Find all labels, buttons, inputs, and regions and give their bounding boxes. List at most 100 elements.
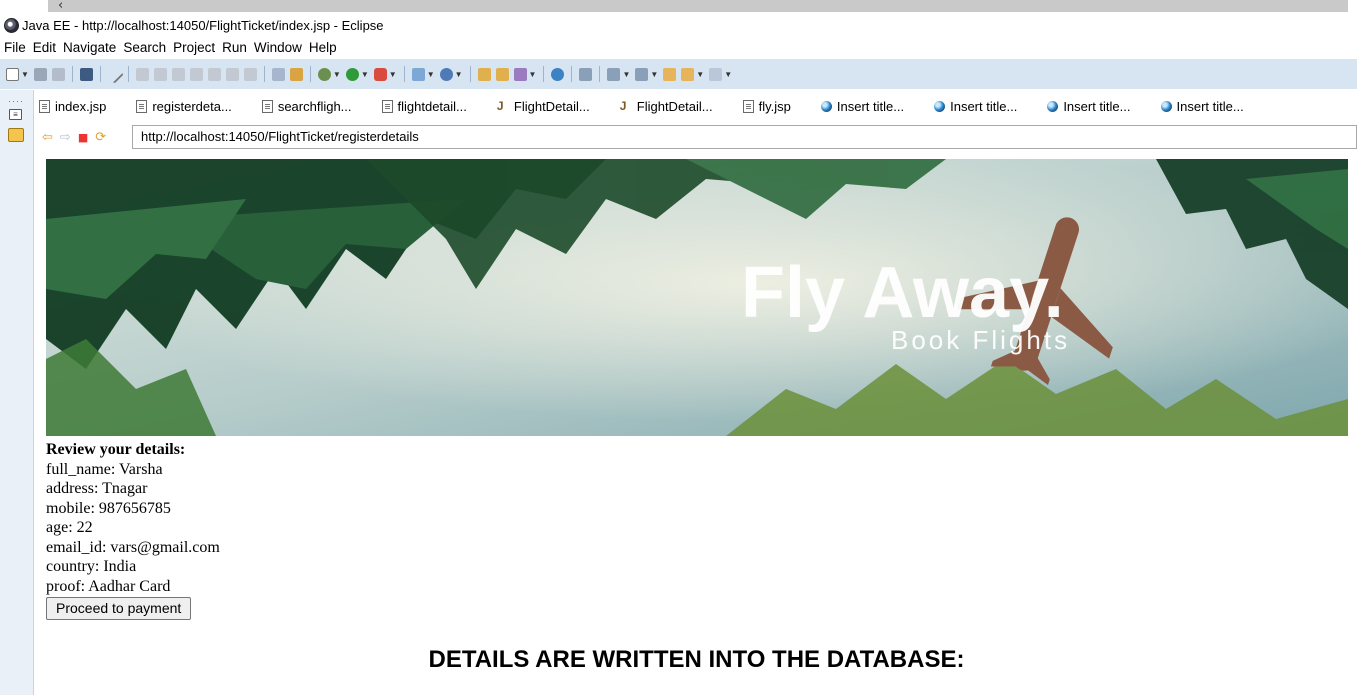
details-heading: Review your details: (46, 441, 186, 458)
tab-label: FlightDetail... (636, 98, 713, 114)
tab-label: searchfligh... (277, 98, 352, 114)
search-icon[interactable] (513, 67, 527, 81)
tab-label: index.jsp (55, 98, 107, 114)
toolbar-separator (543, 66, 545, 82)
tab-browser-3[interactable]: Insert title... (1047, 98, 1131, 114)
suspend-icon[interactable] (153, 67, 167, 81)
tab-label: Insert title... (836, 98, 905, 114)
tab-label: FlightDetail... (513, 98, 590, 114)
console-icon[interactable] (79, 67, 93, 81)
back-icon[interactable] (681, 67, 695, 81)
forward-icon[interactable] (709, 67, 723, 81)
window-titlebar: Java EE - http://localhost:14050/FlightT… (0, 14, 1357, 36)
tab-label: Insert title... (950, 98, 1018, 114)
last-edit-icon[interactable] (663, 67, 677, 81)
tab-flightdetail[interactable]: flightdetail... (381, 99, 467, 114)
new-icon[interactable] (6, 67, 19, 81)
forward-dropdown-icon[interactable]: ▼ (724, 70, 732, 79)
resume-icon[interactable] (135, 67, 149, 81)
next-annotation-dropdown-icon[interactable]: ▼ (622, 70, 630, 79)
detail-email: email_id: vars@gmail.com (46, 538, 220, 556)
detail-age: age: 22 (46, 519, 93, 536)
menu-search[interactable]: Search (123, 40, 166, 55)
toolbar-separator (403, 66, 405, 82)
debug-dropdown-icon[interactable]: ▼ (333, 70, 341, 79)
skip-breakpoints-icon[interactable] (105, 64, 124, 84)
project-explorer-icon[interactable] (8, 128, 24, 142)
step-into-icon[interactable] (207, 67, 221, 81)
step-over-icon[interactable] (225, 67, 239, 81)
scroll-left-arrow-icon[interactable]: ‹ (58, 0, 63, 13)
tab-browser-2[interactable]: Insert title... (934, 99, 1017, 114)
globe-icon[interactable] (551, 67, 565, 81)
drop-to-frame-icon[interactable] (271, 67, 285, 81)
tab-index-jsp[interactable]: index.jsp (39, 99, 106, 114)
restore-icon[interactable]: ≡ (9, 109, 22, 120)
tab-flightdetail-java-2[interactable]: J FlightDetail... (620, 99, 713, 114)
tab-searchflight[interactable]: searchfligh... (261, 98, 352, 114)
review-details: Review your details: full_name: Varsha a… (46, 440, 220, 620)
previous-annotation-dropdown-icon[interactable]: ▼ (650, 70, 658, 79)
run-dropdown-icon[interactable]: ▼ (361, 70, 369, 79)
main-toolbar: ▼ ▼ ▼ ▼ ▼ ▼ ▼ ▼ ▼ ▼ ▼ (0, 59, 1357, 89)
disconnect-icon[interactable] (189, 67, 203, 81)
run-icon[interactable] (345, 67, 359, 81)
back-arrow-icon[interactable]: ⇦ (42, 130, 53, 145)
menu-window[interactable]: Window (254, 40, 302, 55)
new-class-icon[interactable] (439, 67, 453, 81)
terminate-icon[interactable] (171, 67, 185, 81)
tab-fly-jsp[interactable]: fly.jsp (742, 99, 791, 114)
menu-file[interactable]: File (4, 40, 26, 55)
save-all-icon[interactable] (51, 67, 65, 81)
menu-help[interactable]: Help (309, 40, 337, 55)
tab-registerdetails[interactable]: registerdeta... (136, 99, 232, 114)
debug-icon[interactable] (317, 67, 331, 81)
tab-flightdetail-java-1[interactable]: J FlightDetail... (497, 99, 590, 114)
refresh-icon[interactable]: ⟳ (95, 130, 106, 145)
browser-globe-icon (1160, 100, 1172, 112)
search-dropdown-icon[interactable]: ▼ (529, 70, 537, 79)
stop-icon[interactable]: ■ (78, 131, 88, 144)
tab-browser-4[interactable]: Insert title... (1160, 99, 1244, 114)
detail-mobile: mobile: 987656785 (46, 499, 171, 517)
next-annotation-icon[interactable] (607, 67, 621, 81)
new-server-dropdown-icon[interactable]: ▼ (427, 70, 435, 79)
menu-project[interactable]: Project (173, 40, 215, 55)
tab-label: registerdeta... (152, 98, 232, 114)
new-dropdown-icon[interactable]: ▼ (21, 70, 29, 79)
url-field[interactable]: http://localhost:14050/FlightTicket/regi… (132, 125, 1357, 149)
new-server-icon[interactable] (411, 67, 425, 81)
editor-tabs: index.jsp registerdeta... searchfligh...… (35, 92, 1357, 120)
menu-run[interactable]: Run (222, 40, 247, 55)
external-tools-dropdown-icon[interactable]: ▼ (389, 70, 397, 79)
jsp-file-icon (39, 99, 50, 113)
trim-handle-icon[interactable]: ···· (8, 96, 24, 106)
proceed-to-payment-button[interactable]: Proceed to payment (46, 597, 192, 620)
menu-navigate[interactable]: Navigate (63, 40, 116, 55)
menu-bar: File Edit Navigate Search Project Run Wi… (0, 36, 1357, 58)
new-class-dropdown-icon[interactable]: ▼ (455, 70, 463, 79)
step-return-icon[interactable] (243, 67, 257, 81)
browser-globe-icon (820, 100, 832, 112)
save-icon[interactable] (33, 67, 47, 81)
detail-address: address: Tnagar (46, 480, 148, 497)
tab-browser-1[interactable]: Insert title... (820, 98, 905, 114)
forward-arrow-icon[interactable]: ⇨ (60, 130, 71, 145)
open-task-icon[interactable] (495, 67, 509, 81)
toolbar-separator (71, 66, 73, 82)
tab-label: Insert title... (1063, 98, 1131, 114)
toolbar-separator (599, 66, 601, 82)
previous-annotation-icon[interactable] (635, 67, 649, 81)
banner-subtitle: Book Flights (891, 325, 1070, 355)
browser-page: Fly Away. Book Flights Review your detai… (36, 152, 1357, 695)
browser-globe-icon (1047, 100, 1059, 112)
back-dropdown-icon[interactable]: ▼ (696, 70, 704, 79)
horizontal-scrollbar[interactable]: ‹ (0, 0, 1357, 14)
scrollbar-track[interactable] (48, 0, 1348, 12)
toggle-mark-icon[interactable] (579, 67, 593, 81)
toolbar-separator (99, 66, 101, 82)
use-step-filters-icon[interactable] (289, 67, 303, 81)
external-tools-icon[interactable] (373, 67, 387, 81)
menu-edit[interactable]: Edit (33, 40, 56, 55)
open-type-icon[interactable] (477, 67, 491, 81)
